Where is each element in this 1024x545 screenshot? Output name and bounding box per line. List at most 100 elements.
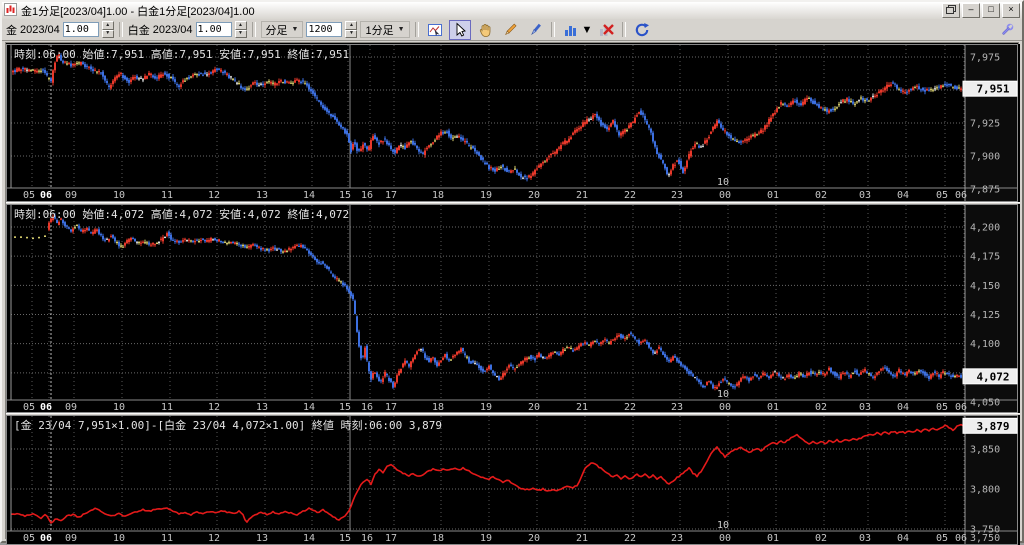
bar-count-stepper[interactable]: ▲ ▼ <box>345 21 357 38</box>
svg-text:01: 01 <box>767 190 779 201</box>
svg-text:15: 15 <box>339 190 351 201</box>
gold-chart-canvas[interactable]: 7,9757,9257,9007,87505060910111213141516… <box>6 44 1020 202</box>
pen-icon[interactable] <box>524 20 546 40</box>
chart-style-icon <box>560 20 582 40</box>
spread-chart-canvas[interactable]: 3,8503,8003,7500506091011121314151617181… <box>6 415 1020 545</box>
pan-hand-icon[interactable] <box>474 20 496 40</box>
settings-wrench-icon[interactable] <box>996 20 1018 40</box>
svg-text:09: 09 <box>65 533 77 544</box>
svg-text:3,879: 3,879 <box>976 420 1009 433</box>
gold-spin-up-icon[interactable]: ▲ <box>102 21 114 30</box>
svg-text:4,150: 4,150 <box>970 281 1000 292</box>
svg-text:00: 00 <box>719 190 731 201</box>
svg-text:13: 13 <box>256 402 268 413</box>
app-window: 金1分足[2023/04]1.00 - 白金1分足[2023/04]1.00 –… <box>0 0 1024 543</box>
close-button[interactable]: × <box>1002 3 1020 18</box>
svg-text:7,975: 7,975 <box>970 53 1000 64</box>
platinum-symbol-label: 白金 <box>128 22 150 38</box>
svg-text:23: 23 <box>671 190 683 201</box>
chart-area: 7,9757,9257,9007,87505060910111213141516… <box>5 42 1019 539</box>
bar-type-dropdown[interactable]: 分足 ▼ <box>261 21 304 38</box>
minimize-button[interactable]: – <box>962 3 980 18</box>
svg-text:20: 20 <box>528 533 540 544</box>
toolbar-separator <box>622 22 626 37</box>
svg-text:03: 03 <box>859 533 871 544</box>
chart-style-dropdown[interactable]: ▼ <box>560 20 593 40</box>
svg-text:17: 17 <box>385 402 397 413</box>
gold-multiplier-input[interactable] <box>63 22 99 37</box>
gold-contract-month: 2023/04 <box>20 24 60 36</box>
svg-text:01: 01 <box>767 402 779 413</box>
app-chart-icon <box>4 3 17 19</box>
window-title: 金1分足[2023/04]1.00 - 白金1分足[2023/04]1.00 <box>21 3 942 19</box>
svg-text:22: 22 <box>624 533 636 544</box>
svg-text:05: 05 <box>936 402 948 413</box>
gold-spin-down-icon[interactable]: ▼ <box>102 30 114 39</box>
bar-count-spin-down-icon[interactable]: ▼ <box>345 30 357 39</box>
popout-window-button[interactable] <box>942 3 960 18</box>
refresh-icon[interactable] <box>631 20 653 40</box>
toolbar-separator <box>252 22 256 37</box>
svg-text:19: 19 <box>480 533 492 544</box>
svg-text:4,050: 4,050 <box>970 398 1000 409</box>
chevron-down-icon: ▼ <box>292 26 299 33</box>
pencil-icon[interactable] <box>499 20 521 40</box>
svg-text:4,100: 4,100 <box>970 339 1000 350</box>
svg-text:12: 12 <box>208 190 220 201</box>
title-bar: 金1分足[2023/04]1.00 - 白金1分足[2023/04]1.00 –… <box>2 2 1022 19</box>
period-dropdown[interactable]: 1分足 ▼ <box>360 21 409 38</box>
platinum-chart-canvas[interactable]: 4,2004,1754,1504,1254,1004,0754,05005060… <box>6 204 1020 413</box>
svg-text:4,072: 4,072 <box>976 370 1009 383</box>
svg-text:14: 14 <box>303 402 315 413</box>
svg-text:17: 17 <box>385 533 397 544</box>
svg-text:3,850: 3,850 <box>970 445 1000 456</box>
svg-text:10: 10 <box>717 177 729 188</box>
gold-multiplier-stepper[interactable]: ▲ ▼ <box>102 21 114 38</box>
svg-text:10: 10 <box>113 402 125 413</box>
svg-text:11: 11 <box>161 402 173 413</box>
svg-text:13: 13 <box>256 533 268 544</box>
svg-text:20: 20 <box>528 402 540 413</box>
svg-text:18: 18 <box>432 533 444 544</box>
svg-text:06: 06 <box>40 402 52 413</box>
svg-text:01: 01 <box>767 533 779 544</box>
gold-ohlc-readout: 時刻:06:00 始値:7,951 高値:7,951 安値:7,951 終値:7… <box>14 46 349 62</box>
platinum-spin-up-icon[interactable]: ▲ <box>235 21 247 30</box>
svg-text:4,125: 4,125 <box>970 310 1000 321</box>
svg-text:17: 17 <box>385 190 397 201</box>
svg-text:02: 02 <box>815 190 827 201</box>
svg-text:06: 06 <box>40 190 52 201</box>
svg-text:16: 16 <box>361 190 373 201</box>
svg-text:11: 11 <box>161 533 173 544</box>
svg-text:22: 22 <box>624 402 636 413</box>
bar-count-input[interactable] <box>306 22 342 37</box>
svg-text:4,200: 4,200 <box>970 223 1000 234</box>
chart-cursor-icon[interactable] <box>424 20 446 40</box>
svg-text:05: 05 <box>936 190 948 201</box>
platinum-spin-down-icon[interactable]: ▼ <box>235 30 247 39</box>
svg-text:06: 06 <box>40 533 52 544</box>
toolbar-separator <box>551 22 555 37</box>
svg-text:13: 13 <box>256 190 268 201</box>
svg-text:16: 16 <box>361 533 373 544</box>
platinum-multiplier-input[interactable] <box>196 22 232 37</box>
svg-text:7,900: 7,900 <box>970 152 1000 163</box>
clear-indicator-icon[interactable] <box>595 20 617 40</box>
svg-text:09: 09 <box>65 402 77 413</box>
svg-text:15: 15 <box>339 533 351 544</box>
svg-text:18: 18 <box>432 402 444 413</box>
svg-text:20: 20 <box>528 190 540 201</box>
svg-text:3,750: 3,750 <box>970 533 1000 544</box>
svg-text:06: 06 <box>955 533 967 544</box>
svg-text:7,875: 7,875 <box>970 185 1000 196</box>
maximize-button[interactable]: □ <box>982 3 1000 18</box>
svg-text:00: 00 <box>719 402 731 413</box>
svg-text:05: 05 <box>23 190 35 201</box>
platinum-multiplier-stepper[interactable]: ▲ ▼ <box>235 21 247 38</box>
spread-formula-readout: [金 23/04 7,951×1.00]-[白金 23/04 4,072×1.0… <box>14 417 442 433</box>
platinum-contract-month: 2023/04 <box>153 24 193 36</box>
select-arrow-icon[interactable] <box>449 20 471 40</box>
gold-symbol-label: 金 <box>6 22 17 38</box>
bar-count-spin-up-icon[interactable]: ▲ <box>345 21 357 30</box>
svg-text:06: 06 <box>955 190 967 201</box>
